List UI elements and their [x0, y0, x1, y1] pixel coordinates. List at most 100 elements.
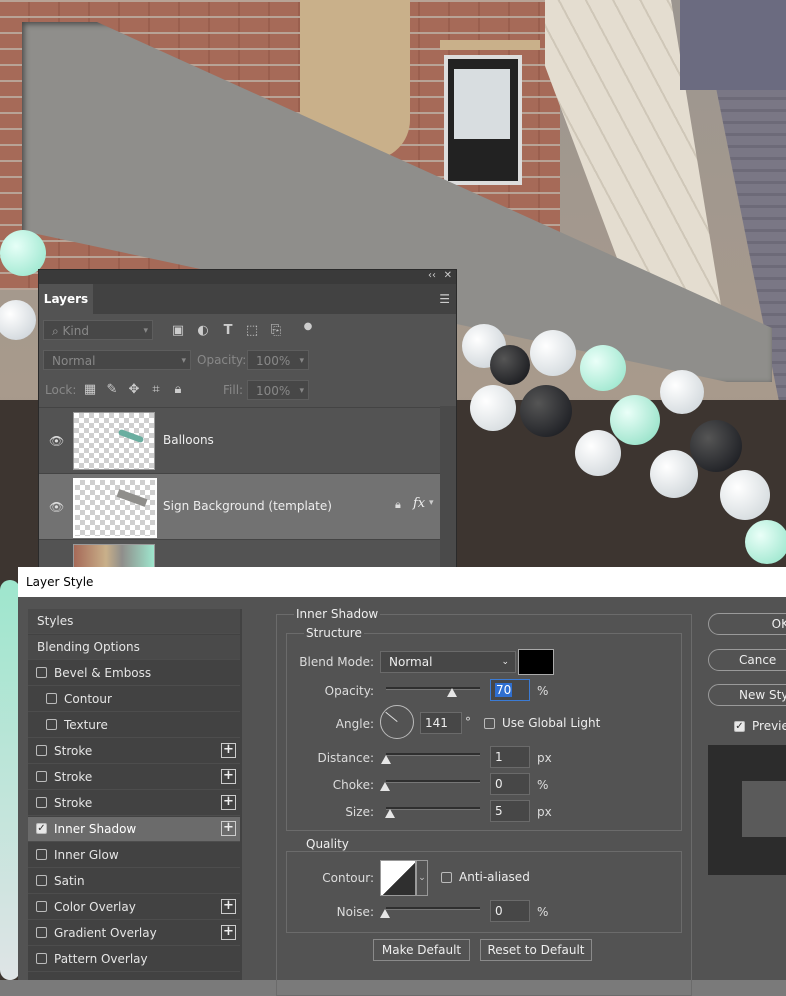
- chevron-down-icon: ▾: [181, 356, 186, 366]
- noise-slider-track[interactable]: [386, 907, 480, 910]
- visibility-eye-icon[interactable]: 👁︎: [49, 434, 64, 448]
- chevron-down-icon[interactable]: ▾: [429, 498, 434, 508]
- checkbox[interactable]: [36, 927, 47, 938]
- styles-header[interactable]: Styles: [28, 609, 240, 634]
- balloon-column: [0, 580, 20, 980]
- fill-field[interactable]: 100% ▾: [247, 380, 309, 400]
- noise-input[interactable]: 0: [490, 900, 530, 922]
- adjustment-layer-filter-icon[interactable]: ◐: [196, 324, 210, 338]
- add-effect-plus-icon[interactable]: +: [221, 925, 236, 940]
- checkbox[interactable]: [36, 875, 47, 886]
- checkbox[interactable]: [36, 901, 47, 912]
- lock-transparent-pixels-icon[interactable]: ▦: [83, 383, 97, 397]
- blend-mode-select[interactable]: Normal ⌄: [380, 651, 516, 673]
- smart-object-filter-icon[interactable]: ⎘: [269, 324, 283, 338]
- checkbox-checked[interactable]: ✓: [36, 823, 47, 834]
- lock-image-pixels-icon[interactable]: ✎: [105, 383, 119, 397]
- contour-dropdown-chevron-icon[interactable]: ⌄: [416, 860, 428, 896]
- opacity-input[interactable]: 70: [490, 679, 530, 701]
- balloon: [690, 420, 742, 472]
- color-overlay-item[interactable]: Color Overlay +: [28, 895, 240, 920]
- blend-mode-select[interactable]: Normal ▾: [43, 350, 191, 370]
- shape-layer-filter-icon[interactable]: ⬚: [245, 324, 259, 338]
- lock-artboard-icon[interactable]: ⌗: [149, 383, 163, 397]
- layers-scrollbar[interactable]: [440, 406, 456, 570]
- shadow-color-swatch[interactable]: [518, 649, 554, 675]
- distance-slider-handle[interactable]: [381, 755, 391, 764]
- ok-button[interactable]: OK: [708, 613, 786, 635]
- new-style-button[interactable]: New Sty: [708, 684, 786, 706]
- window: [444, 55, 522, 185]
- blend-mode-label: Blend Mode:: [299, 655, 374, 669]
- blending-options-item[interactable]: Blending Options: [28, 635, 240, 660]
- opacity-field[interactable]: 100% ▾: [247, 350, 309, 370]
- structure-title: Structure: [304, 626, 364, 640]
- checkbox[interactable]: [36, 953, 47, 964]
- preview-checkbox[interactable]: ✓: [734, 721, 745, 732]
- noise-slider-handle[interactable]: [380, 909, 390, 918]
- inner-shadow-item[interactable]: ✓ Inner Shadow +: [28, 817, 240, 842]
- panel-titlebar: ‹‹ ✕: [39, 270, 456, 284]
- balloon: [720, 470, 770, 520]
- add-effect-plus-icon[interactable]: +: [221, 743, 236, 758]
- angle-input[interactable]: 141: [420, 712, 462, 734]
- checkbox[interactable]: [36, 667, 47, 678]
- texture-item[interactable]: Texture: [28, 713, 240, 738]
- checkbox[interactable]: [46, 719, 57, 730]
- opacity-slider-handle[interactable]: [446, 688, 457, 697]
- distance-slider-track[interactable]: [386, 753, 480, 756]
- add-effect-plus-icon[interactable]: +: [221, 795, 236, 810]
- tab-layers[interactable]: Layers: [39, 284, 93, 314]
- pattern-overlay-item[interactable]: Pattern Overlay: [28, 947, 240, 972]
- cancel-button[interactable]: Cance: [708, 649, 786, 671]
- type-layer-filter-icon[interactable]: T: [221, 324, 235, 338]
- close-icon[interactable]: ✕: [444, 270, 452, 281]
- fx-badge[interactable]: fx: [413, 496, 425, 511]
- size-input[interactable]: 5: [490, 800, 530, 822]
- choke-slider-track[interactable]: [386, 780, 480, 783]
- contour-preview[interactable]: [380, 860, 416, 896]
- layer-row-balloons[interactable]: 👁︎ Balloons: [39, 407, 441, 473]
- stroke-item[interactable]: Stroke +: [28, 791, 240, 816]
- window-header: [440, 40, 540, 50]
- add-effect-plus-icon[interactable]: +: [221, 899, 236, 914]
- checkbox[interactable]: [36, 849, 47, 860]
- inner-glow-item[interactable]: Inner Glow: [28, 843, 240, 868]
- layer-row-sign-background[interactable]: 👁︎ Sign Background (template) 🔒︎ fx ▾: [39, 473, 441, 539]
- distance-input[interactable]: 1: [490, 746, 530, 768]
- lock-position-icon[interactable]: ✥: [127, 383, 141, 397]
- checkbox[interactable]: [46, 693, 57, 704]
- satin-item[interactable]: Satin: [28, 869, 240, 894]
- checkbox[interactable]: [36, 797, 47, 808]
- gradient-overlay-item[interactable]: Gradient Overlay +: [28, 921, 240, 946]
- filter-kind-select[interactable]: ⌕ Kind ▾: [43, 320, 153, 340]
- make-default-button[interactable]: Make Default: [373, 939, 470, 961]
- distance-unit: px: [537, 751, 552, 765]
- visibility-eye-icon[interactable]: 👁︎: [49, 500, 64, 514]
- lock-all-icon[interactable]: 🔒︎: [171, 383, 185, 397]
- panel-menu-icon[interactable]: ☰: [439, 292, 450, 306]
- collapse-panel-icon[interactable]: ‹‹: [428, 270, 436, 281]
- use-global-light-checkbox[interactable]: [484, 718, 495, 729]
- size-slider-handle[interactable]: [385, 809, 395, 818]
- add-effect-plus-icon[interactable]: +: [221, 769, 236, 784]
- checkbox[interactable]: [36, 745, 47, 756]
- preview-label: Previe: [752, 719, 786, 733]
- opacity-slider-track[interactable]: [386, 687, 480, 690]
- add-effect-plus-icon[interactable]: +: [221, 821, 236, 836]
- choke-input[interactable]: 0: [490, 773, 530, 795]
- reset-to-default-button[interactable]: Reset to Default: [480, 939, 592, 961]
- bevel-emboss-item[interactable]: Bevel & Emboss: [28, 661, 240, 686]
- checkbox[interactable]: [36, 771, 47, 782]
- anti-aliased-checkbox[interactable]: [441, 872, 452, 883]
- contour-item[interactable]: Contour: [28, 687, 240, 712]
- size-slider-track[interactable]: [386, 807, 480, 810]
- angle-label: Angle:: [335, 717, 374, 731]
- angle-dial[interactable]: [380, 705, 414, 739]
- filter-toggle-icon[interactable]: ●: [301, 320, 315, 334]
- pixel-layer-filter-icon[interactable]: ▣: [171, 324, 185, 338]
- choke-slider-handle[interactable]: [380, 782, 390, 791]
- style-preview-box: [708, 745, 786, 875]
- stroke-item[interactable]: Stroke +: [28, 765, 240, 790]
- stroke-item[interactable]: Stroke +: [28, 739, 240, 764]
